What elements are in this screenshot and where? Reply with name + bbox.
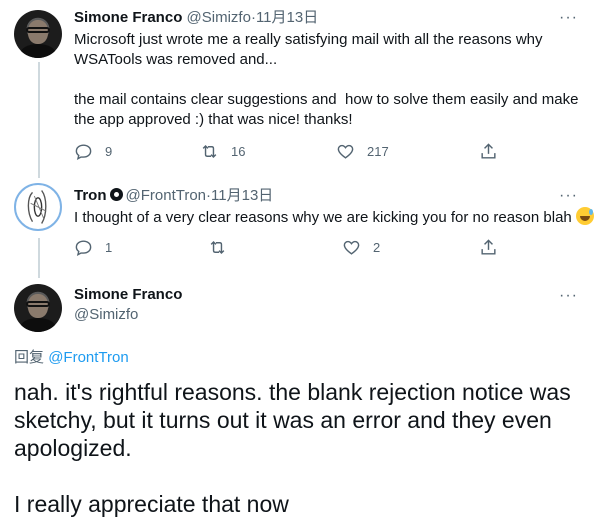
- tweet-tron[interactable]: Tron @FrontTron·11月13日 ··· I thought of a…: [0, 178, 594, 278]
- avatar-simone[interactable]: [14, 10, 62, 58]
- tweet-header: Tron @FrontTron·11月13日: [74, 186, 273, 206]
- thread-line: [38, 238, 40, 278]
- tweet-actions: 9 16 217: [74, 142, 524, 162]
- user-handle[interactable]: @Simizfo: [74, 306, 138, 323]
- share-button[interactable]: [479, 238, 498, 257]
- display-name[interactable]: Simone Franco: [74, 286, 182, 303]
- avatar-simone[interactable]: [14, 284, 62, 332]
- like-button[interactable]: 217: [336, 142, 389, 161]
- thread-line: [38, 62, 40, 178]
- tweet-text: nah. it's rightful reasons. the blank re…: [14, 379, 571, 517]
- tweet-simone-main[interactable]: Simone Franco @Simizfo ··· 回复 @FrontTron…: [0, 276, 594, 522]
- tron-avatar-drawing: [27, 190, 47, 224]
- replying-to: 回复 @FrontTron: [14, 346, 129, 367]
- more-options-icon[interactable]: ···: [559, 288, 578, 304]
- reply-count: 1: [105, 240, 113, 255]
- retweet-icon: [202, 144, 217, 159]
- tweet-actions: 1 2: [74, 238, 524, 258]
- user-handle[interactable]: @FrontTron: [126, 187, 207, 204]
- avatar-tron[interactable]: [14, 183, 62, 231]
- share-icon: [481, 143, 496, 159]
- display-name[interactable]: Tron: [74, 187, 107, 204]
- tweet-date[interactable]: 11月13日: [256, 9, 318, 26]
- user-handle[interactable]: @Simizfo: [187, 9, 251, 26]
- like-count: 2: [373, 240, 381, 255]
- like-count: 217: [367, 144, 389, 159]
- heart-icon: [337, 144, 354, 159]
- tweet-header: Simone Franco @Simizfo·11月13日: [74, 8, 318, 28]
- retweet-icon: [210, 240, 225, 255]
- sweat-smile-emoji-icon: [575, 207, 594, 225]
- retweet-button[interactable]: [208, 238, 239, 257]
- retweet-count: 16: [231, 144, 246, 159]
- more-options-icon[interactable]: ···: [559, 188, 578, 204]
- badge-icon: [109, 188, 123, 201]
- reply-count: 9: [105, 144, 113, 159]
- reply-icon: [75, 144, 92, 160]
- display-name[interactable]: Simone Franco: [74, 9, 182, 26]
- reply-button[interactable]: 9: [74, 142, 112, 161]
- like-button[interactable]: 2: [342, 238, 380, 257]
- reply-icon: [75, 240, 92, 256]
- tweet-simone-1[interactable]: Simone Franco @Simizfo·11月13日 ··· Micros…: [0, 0, 594, 178]
- reply-prefix: 回复: [14, 349, 45, 366]
- reply-to-link[interactable]: @FrontTron: [48, 349, 129, 366]
- tweet-date[interactable]: 11月13日: [211, 187, 273, 204]
- more-options-icon[interactable]: ···: [559, 10, 578, 26]
- share-button[interactable]: [479, 142, 498, 161]
- tweet-text: Microsoft just wrote me a really satisfy…: [74, 31, 579, 128]
- tweet-text-content: I thought of a very clear reasons why we…: [74, 209, 572, 226]
- share-icon: [481, 239, 496, 255]
- heart-icon: [343, 240, 360, 255]
- retweet-button[interactable]: 16: [200, 142, 245, 161]
- tweet-text: I thought of a very clear reasons why we…: [74, 207, 594, 228]
- reply-button[interactable]: 1: [74, 238, 112, 257]
